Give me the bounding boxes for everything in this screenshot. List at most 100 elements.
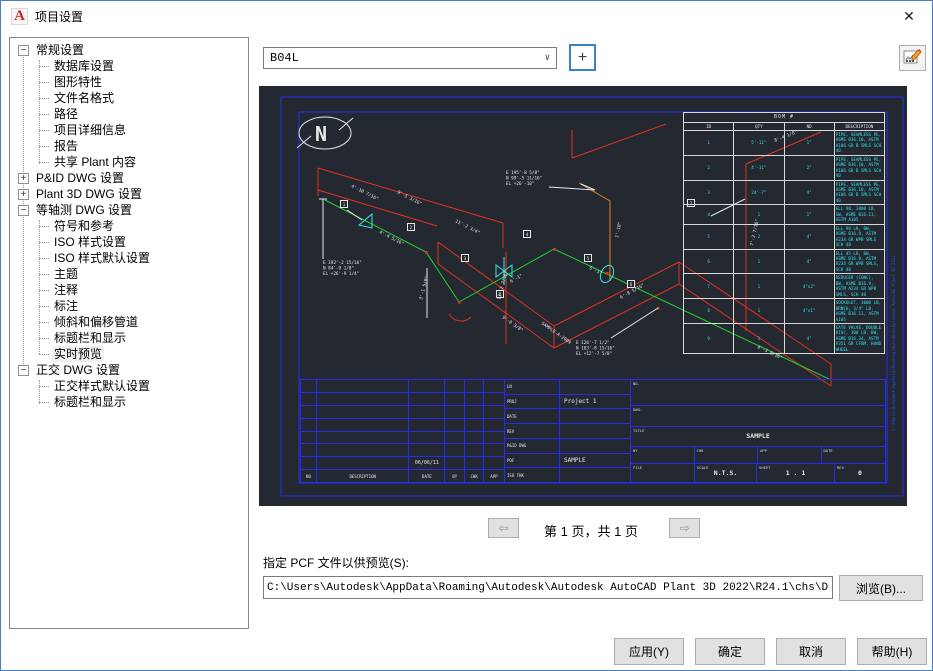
field-value xyxy=(631,380,885,405)
collapse-icon[interactable]: − xyxy=(18,44,29,56)
expand-icon[interactable]: + xyxy=(18,172,29,184)
field-value: Project 1 xyxy=(564,398,597,406)
apply-button[interactable]: 应用(Y) xyxy=(614,638,684,665)
tree-item[interactable]: 主题 xyxy=(10,266,248,282)
iso-style-select[interactable]: B04L ∨ xyxy=(263,47,557,69)
titleblock-cell: SCALE N.T.S. xyxy=(695,464,757,482)
coordinate-note-line: E 195'-8 5/8" xyxy=(506,170,540,176)
bom-cell: 4" xyxy=(783,248,835,275)
expand-icon[interactable]: + xyxy=(18,188,29,200)
tree-item[interactable]: 项目详细信息 xyxy=(10,122,248,138)
tree-item[interactable]: 标题栏和显示 xyxy=(10,330,248,346)
bom-row: 8 1 4"x1" SOCKOLET, 3000 LB, BRNCH, 3/4" LB… xyxy=(682,298,886,324)
tree-item[interactable]: 文件名格式 xyxy=(10,90,248,106)
bom-cell: 2 xyxy=(682,154,735,181)
revision-cell xyxy=(317,380,410,392)
revision-cell xyxy=(445,405,466,418)
bom-cell: 6 xyxy=(682,248,735,275)
coordinate-note-line: N 103'-8 15/16" xyxy=(576,346,615,352)
tree-item-label: P&ID DWG 设置 xyxy=(36,171,125,185)
bom-row: 1 5'-11" 1" PIPE, SEAMLESS PE, ASME B36.10,… xyxy=(682,129,886,156)
help-button[interactable]: 帮助(H) xyxy=(857,638,927,665)
tree-item[interactable]: 注释 xyxy=(10,282,248,298)
revision-cell: BY xyxy=(445,470,466,482)
revision-cell xyxy=(301,431,317,444)
revision-cell xyxy=(445,380,466,392)
field-label: LN xyxy=(505,380,560,394)
titleblock-cell: SHEET 1 . 1 xyxy=(757,464,835,482)
revision-cell xyxy=(484,457,504,469)
iso-preview: N 1 2 3 4 5 6 7 8 9'-5 3/16" 4'-10 7/16"… xyxy=(259,86,907,506)
edit-titleblock-button[interactable] xyxy=(899,45,926,71)
tree-item[interactable]: 报告 xyxy=(10,138,248,154)
titleblock-field-row: LN xyxy=(505,380,630,395)
collapse-icon[interactable]: − xyxy=(18,204,29,216)
tree-item[interactable]: 图形特性 xyxy=(10,74,248,90)
ok-button[interactable]: 确定 xyxy=(695,638,765,665)
bom-cell: REDUCER (CONC), BW, ASME B16.9, ASTM A23… xyxy=(833,273,886,300)
new-iso-style-button[interactable]: + xyxy=(569,44,596,71)
field-value xyxy=(560,409,630,423)
tree-connector xyxy=(39,401,49,403)
tree-item[interactable]: − 正交 DWG 设置 xyxy=(10,362,248,378)
tree-item[interactable]: ISO 样式设置 xyxy=(10,234,248,250)
bom-cell: 8 xyxy=(682,298,735,324)
bom-cell: 4'-11" xyxy=(733,154,785,181)
tree-item[interactable]: 路径 xyxy=(10,106,248,122)
revision-cell xyxy=(409,431,446,444)
tree-item[interactable]: − 常规设置 xyxy=(10,42,248,58)
tree-item[interactable]: 标题栏和显示 xyxy=(10,394,248,410)
tree-item[interactable]: 标注 xyxy=(10,298,248,314)
tree-item[interactable]: 倾斜和偏移管道 xyxy=(10,314,248,330)
revision-cell xyxy=(465,457,485,470)
title-block: 06/06/11 NO DESCRIPTION DATE BY CHK APP LN PROJ… xyxy=(300,379,886,483)
cancel-button[interactable]: 取消 xyxy=(776,638,846,665)
tree-connector xyxy=(39,113,49,115)
bom-row: 4 1 1" ELL 90, 3000 LB, SW, ASME B16.11, AS… xyxy=(682,204,886,225)
tree-item[interactable]: + P&ID DWG 设置 xyxy=(10,170,248,186)
bom-cell: 2" xyxy=(783,154,835,181)
bom-cell: 4"x1" xyxy=(783,298,835,324)
field-value xyxy=(560,468,630,482)
titleblock-right-row: DWG. xyxy=(631,406,885,428)
tree-item[interactable]: 共享 Plant 内容 xyxy=(10,154,248,170)
bom-cell: 1 xyxy=(733,204,785,225)
bom-cell: 1 xyxy=(733,322,785,355)
tree-item[interactable]: 正交样式默认设置 xyxy=(10,378,248,394)
next-page-button[interactable]: ⇨ xyxy=(669,518,700,538)
revision-cell xyxy=(301,444,317,457)
bom-cell: 1 xyxy=(682,129,735,156)
field-label: DATE xyxy=(505,409,560,424)
collapse-icon[interactable]: − xyxy=(18,364,29,376)
browse-button[interactable]: 浏览(B)... xyxy=(839,575,923,601)
page-indicator: 第 1 页，共 1 页 xyxy=(544,524,638,539)
tree-item[interactable]: 实时预览 xyxy=(10,346,248,362)
tree-item-label: 标题栏和显示 xyxy=(54,331,127,345)
tree-item[interactable]: 符号和参考 xyxy=(10,218,248,234)
bom-cell: 1 xyxy=(733,273,785,300)
revision-cell xyxy=(409,392,446,405)
titleblock-right: NO. DWG. TITLE SAMPLE BY CHK APP DATE FILE SCALE N… xyxy=(631,380,885,482)
revision-cell xyxy=(445,418,466,431)
close-icon[interactable]: ✕ xyxy=(896,5,922,27)
tree-item[interactable]: ISO 样式默认设置 xyxy=(10,250,248,266)
field-label: TITLE xyxy=(633,428,645,434)
bom-cell: PIPE, SEAMLESS PE, ASME B36.10, ASTM A10… xyxy=(833,154,886,181)
pcf-path-input[interactable] xyxy=(263,576,833,599)
revision-table: 06/06/11 NO DESCRIPTION DATE BY CHK APP xyxy=(301,380,505,482)
bom-cell: 1 xyxy=(733,298,785,324)
tree-connector xyxy=(39,65,49,67)
titleblock-field-row: DATE xyxy=(505,409,630,425)
autocad-logo-icon: A xyxy=(11,7,28,25)
tree-item[interactable]: + Plant 3D DWG 设置 xyxy=(10,186,248,202)
bom-cell: 24'-7" xyxy=(733,179,785,206)
tree-item[interactable]: − 等轴测 DWG 设置 xyxy=(10,202,248,218)
bom-cell: ELL 90, 3000 LB, SW, ASME B16.11, ASTM A… xyxy=(833,204,886,225)
tree-item[interactable]: 数据库设置 xyxy=(10,58,248,74)
dimension-label: 4'-4 5/16" xyxy=(378,229,405,247)
chevron-down-icon: ∨ xyxy=(544,53,550,63)
field-value xyxy=(560,424,630,438)
previous-page-button[interactable]: ⇦ xyxy=(488,518,519,538)
revision-cell xyxy=(301,418,317,431)
revision-cell xyxy=(317,392,410,405)
